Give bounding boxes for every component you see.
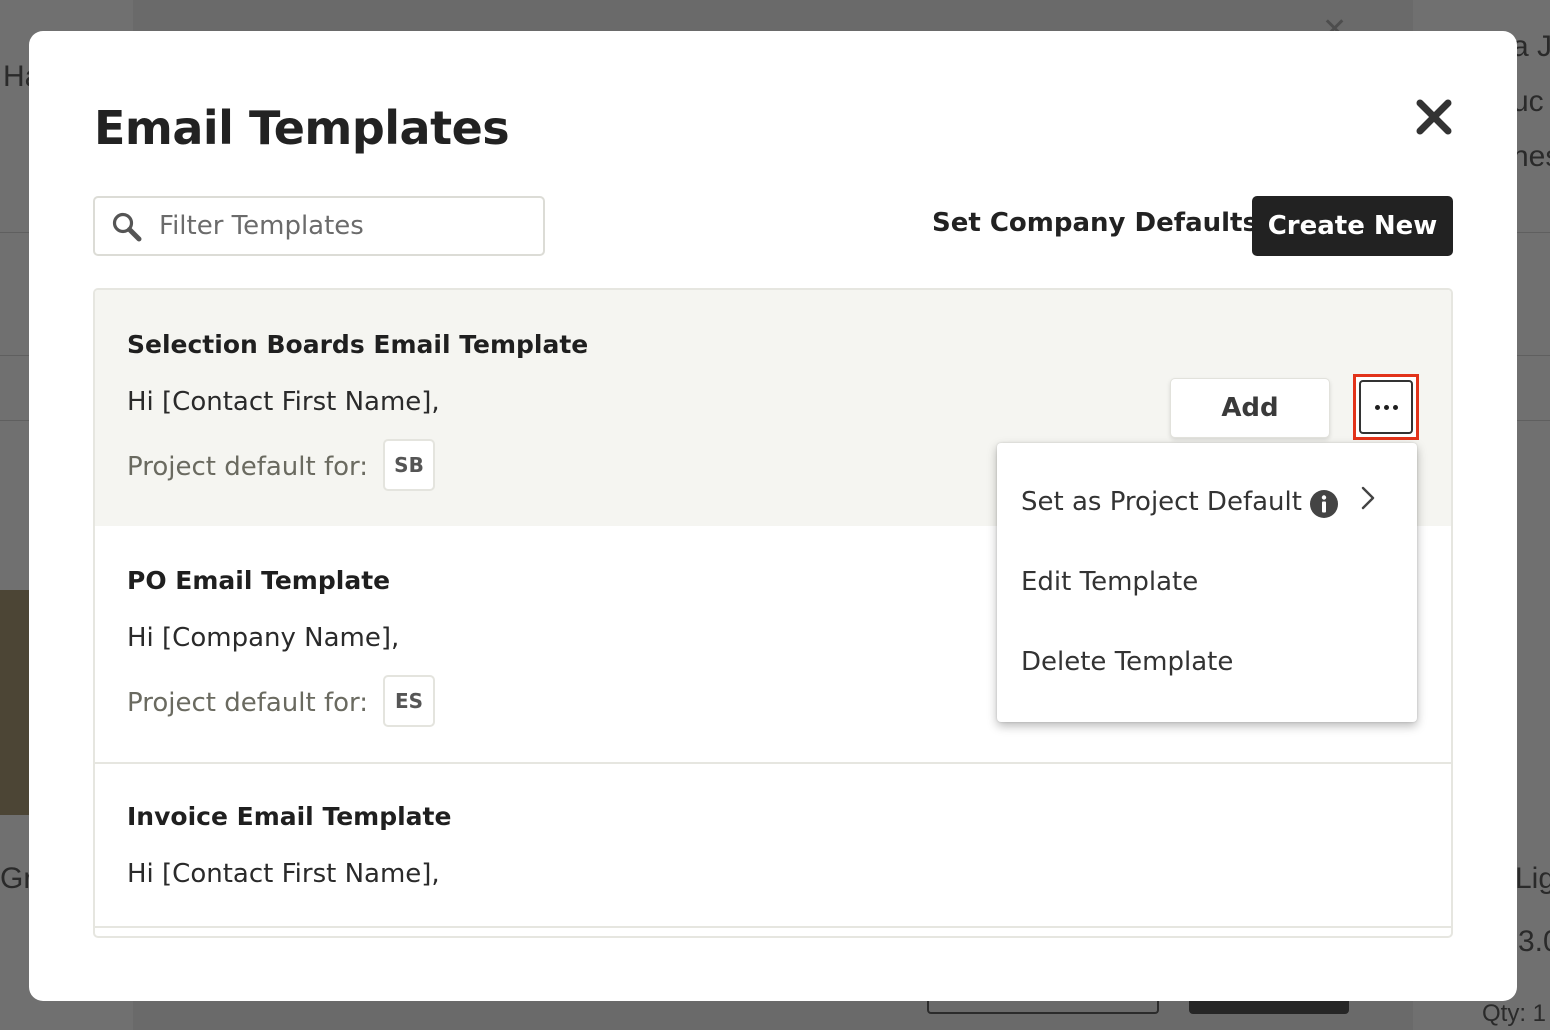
project-default-label: Project default for: [127,452,369,482]
info-icon[interactable] [1309,489,1339,519]
chevron-right-icon [1361,486,1375,510]
template-row[interactable]: Invoice Email Template Hi [Contact First… [95,764,1451,928]
menu-item-label: Set as Project Default [1021,487,1302,517]
set-company-defaults-link[interactable]: Set Company Defaults [932,208,1258,238]
template-greeting: Hi [Contact First Name], [127,859,440,889]
template-name: Selection Boards Email Template [127,330,589,359]
template-name: PO Email Template [127,566,391,595]
background-text: a J [1512,30,1550,63]
menu-item-delete-template[interactable]: Delete Template [997,633,1417,695]
close-button[interactable] [1413,96,1455,138]
template-greeting: Hi [Contact First Name], [127,387,440,417]
more-dots-icon [1359,380,1413,434]
search-box [93,196,545,256]
add-button[interactable]: Add [1170,378,1330,438]
background-text: nes [1512,140,1550,173]
menu-item-edit-template[interactable]: Edit Template [997,553,1417,615]
create-new-button[interactable]: Create New [1252,196,1453,256]
menu-item-label: Edit Template [1021,567,1199,597]
background-text: Lig [1515,862,1550,895]
project-badge: SB [383,439,435,491]
filter-templates-input[interactable] [159,198,529,254]
template-name: Invoice Email Template [127,802,452,831]
modal-title: Email Templates [94,101,510,155]
project-default-label: Project default for: [127,688,369,718]
background-text: Qty: 1 [1482,1000,1547,1027]
menu-item-set-project-default[interactable]: Set as Project Default [997,473,1417,535]
background-text: 3.0 [1518,925,1550,958]
menu-item-label: Delete Template [1021,647,1234,677]
project-badge: ES [383,675,435,727]
template-greeting: Hi [Company Name], [127,623,400,653]
template-actions-menu: Set as Project Default Edit Template Del… [997,443,1417,722]
search-icon [112,212,142,242]
close-icon [1416,99,1452,135]
more-actions-button[interactable] [1353,374,1419,440]
background-thumbnail [0,590,30,815]
